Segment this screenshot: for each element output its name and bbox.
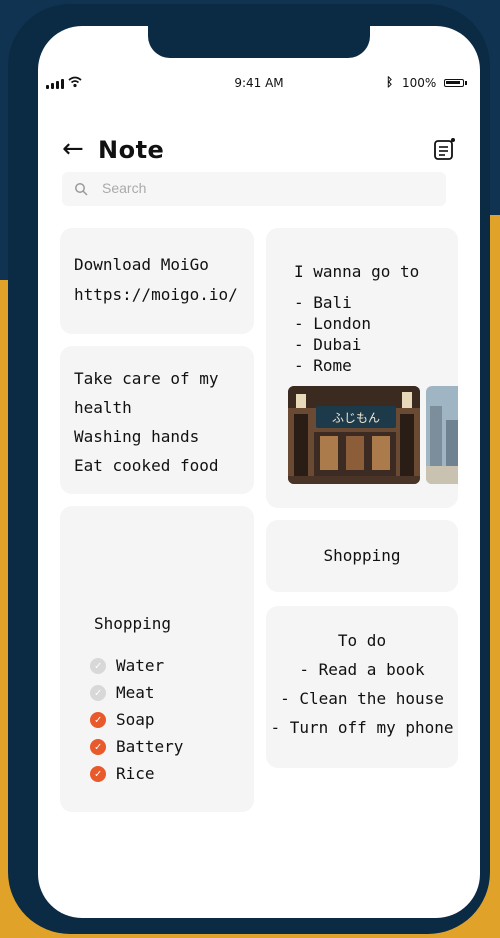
note-text: Eat cooked food: [74, 456, 219, 475]
note-title: Shopping: [323, 546, 401, 565]
note-title: Shopping: [94, 614, 172, 633]
note-card-travel[interactable]: I wanna go to - Bali - London - Dubai - …: [266, 228, 458, 508]
note-text: https://moigo.io/: [74, 285, 238, 304]
note-card-shopping-list[interactable]: Shopping ✓ Water ✓ Meat ✓ Soap ✓ Battery: [60, 506, 254, 812]
phone-notch: [148, 26, 370, 58]
note-card-shopping[interactable]: Shopping: [266, 520, 458, 592]
checklist-label: Meat: [116, 683, 155, 702]
checked-icon[interactable]: ✓: [90, 738, 106, 755]
header: ← Note: [38, 130, 480, 170]
note-card-todo[interactable]: To do - Read a book - Clean the house - …: [266, 606, 458, 768]
search-placeholder: Search: [102, 180, 147, 196]
checklist-label: Water: [116, 656, 165, 675]
new-note-icon[interactable]: [432, 136, 458, 162]
checklist-item[interactable]: ✓ Water: [90, 652, 183, 679]
photo-sign-text: ふじもん: [332, 411, 380, 425]
phone-frame: 9:41 AM ᛒ 100% ← Note Search Download Mo…: [8, 4, 490, 934]
checklist-item[interactable]: ✓ Battery: [90, 733, 183, 760]
unchecked-icon[interactable]: ✓: [90, 684, 106, 701]
phone-screen: 9:41 AM ᛒ 100% ← Note Search Download Mo…: [38, 26, 480, 918]
note-text: Washing hands: [74, 427, 200, 446]
checked-icon[interactable]: ✓: [90, 765, 106, 782]
page-title: Note: [98, 136, 165, 164]
todo-item: - Read a book: [299, 660, 425, 679]
destination-list: - Bali - London - Dubai - Rome: [294, 292, 371, 376]
note-card-download[interactable]: Download MoiGo https://moigo.io/: [60, 228, 254, 334]
destination-item: - London: [294, 314, 372, 333]
battery-tip: [465, 81, 467, 85]
note-text: health: [74, 398, 132, 417]
bluetooth-icon: ᛒ: [386, 75, 394, 89]
battery-icon: [444, 79, 464, 87]
note-photo-storefront[interactable]: ふじもん: [288, 386, 420, 484]
checked-icon[interactable]: ✓: [90, 711, 106, 728]
checklist-label: Battery: [116, 737, 184, 756]
note-photo-city[interactable]: [426, 386, 458, 484]
checklist-item[interactable]: ✓ Meat: [90, 679, 183, 706]
note-card-health[interactable]: Take care of my health Washing hands Eat…: [60, 346, 254, 494]
note-text: Take care of my: [74, 369, 219, 388]
destination-item: - Bali: [294, 293, 352, 312]
checklist: ✓ Water ✓ Meat ✓ Soap ✓ Battery ✓ Rice: [90, 652, 183, 787]
todo-list: To do - Read a book - Clean the house - …: [266, 626, 458, 742]
destination-item: - Dubai: [294, 335, 362, 354]
checklist-label: Soap: [116, 710, 155, 729]
back-arrow-icon[interactable]: ←: [62, 134, 84, 164]
note-title: I wanna go to: [294, 262, 420, 281]
todo-item: - Clean the house: [280, 689, 444, 708]
note-text: Download MoiGo: [74, 255, 209, 274]
search-icon: [75, 183, 88, 196]
destination-item: - Rome: [294, 356, 352, 375]
status-bar: 9:41 AM ᛒ 100%: [38, 75, 480, 92]
checklist-item[interactable]: ✓ Soap: [90, 706, 183, 733]
checklist-label: Rice: [116, 764, 155, 783]
search-input[interactable]: Search: [62, 172, 446, 206]
todo-title: To do: [337, 631, 387, 650]
todo-item: - Turn off my phone: [270, 718, 454, 737]
battery-percentage: 100%: [402, 76, 437, 90]
checklist-item[interactable]: ✓ Rice: [90, 760, 183, 787]
unchecked-icon[interactable]: ✓: [90, 657, 106, 674]
